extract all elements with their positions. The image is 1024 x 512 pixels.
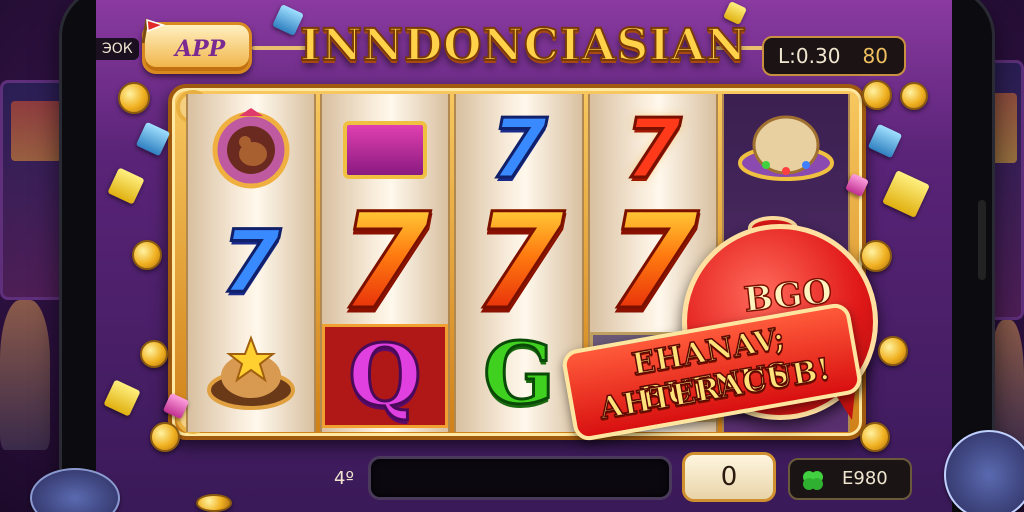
- purple-box-tile: [343, 121, 427, 179]
- app-button-label: APP: [175, 36, 226, 62]
- message-bar: [368, 456, 672, 500]
- game-title: INNDONCIASIAN: [299, 19, 748, 72]
- phone-side-button: [978, 200, 986, 280]
- timer-value: 80: [862, 44, 888, 68]
- ufo-dome-icon: [738, 115, 834, 181]
- star-pot-icon: [207, 335, 295, 410]
- background-slot-machine-left: [0, 80, 70, 300]
- credit-text: E980: [842, 468, 888, 489]
- coin-icon: [132, 240, 162, 270]
- coin-icon: [140, 340, 168, 368]
- reel-2: 7 Q: [320, 94, 450, 432]
- symbol-ufo-dome: [724, 94, 848, 206]
- counter-button[interactable]: 0: [682, 452, 776, 502]
- coin-icon: [900, 82, 928, 110]
- coin-icon: [118, 82, 150, 114]
- symbol-bear-medallion: [188, 94, 314, 206]
- credit-display: E980: [788, 458, 912, 500]
- coin-icon: [862, 80, 892, 110]
- symbol-letter-q: Q: [322, 324, 448, 428]
- coin-icon: [860, 240, 892, 272]
- symbol-seven-blue: 7: [220, 212, 283, 312]
- symbol-seven-red: 7: [472, 185, 567, 339]
- flag-icon: [141, 18, 166, 44]
- symbol-letter-g: G: [482, 324, 557, 423]
- reel-1: 7: [186, 94, 316, 432]
- coin-icon: [878, 336, 908, 366]
- coin-icon: [860, 422, 890, 452]
- bet-label: 4º: [334, 468, 354, 489]
- timer-display: L:0.30 80: [762, 36, 906, 76]
- clover-icon: [803, 471, 823, 490]
- app-button[interactable]: APP: [141, 18, 252, 74]
- coin-icon: [150, 422, 180, 452]
- timer-text: L:0.30: [778, 44, 841, 68]
- bear-medallion-icon: [212, 108, 290, 189]
- background-person-left: [0, 300, 50, 450]
- coin-icon: [196, 494, 232, 512]
- top-left-label: ЭОК: [96, 38, 139, 60]
- symbol-star-pot: [188, 318, 314, 430]
- symbol-seven-red: 7: [338, 185, 433, 339]
